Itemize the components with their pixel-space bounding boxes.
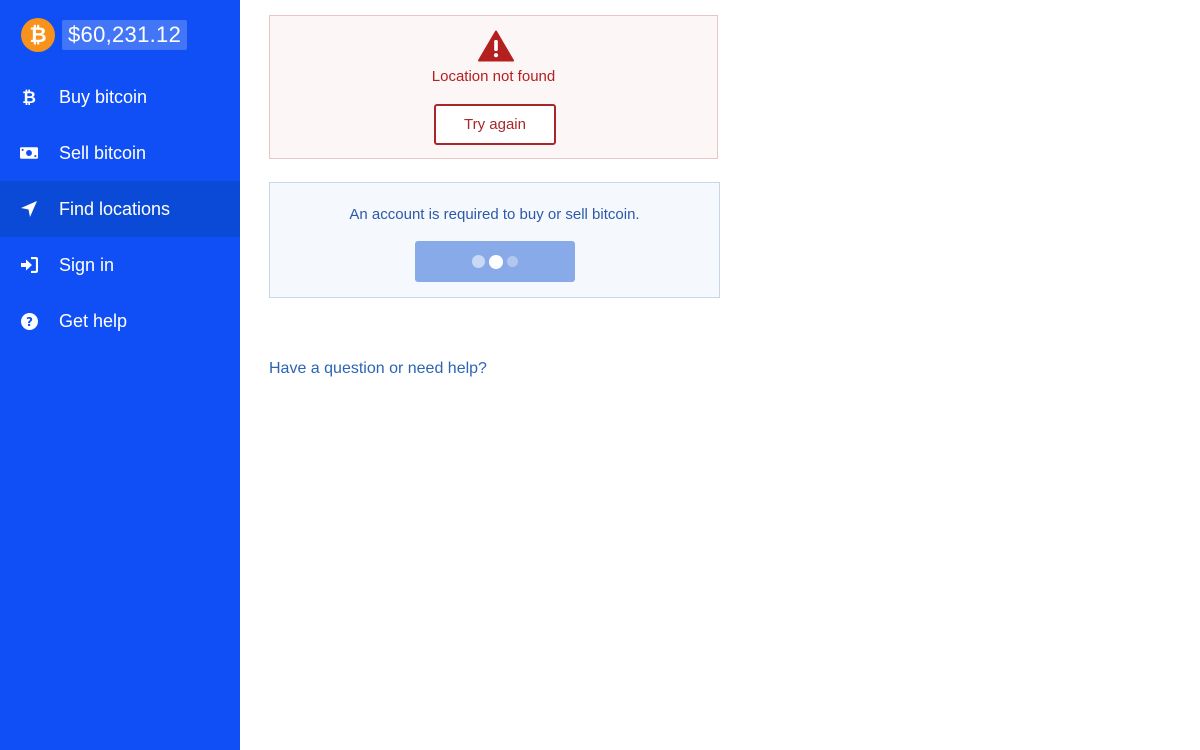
account-required-message: An account is required to buy or sell bi… (349, 206, 640, 223)
try-again-button[interactable]: Try again (434, 104, 556, 145)
brand: ₿ $60,231.12 (21, 17, 188, 53)
sidebar-item-buy-bitcoin[interactable]: ₿ Buy bitcoin (0, 69, 240, 125)
bitcoin-logo-icon: ₿ (21, 18, 55, 52)
location-arrow-icon (20, 200, 38, 218)
help-link[interactable]: Have a question or need help? (269, 360, 487, 378)
loading-button[interactable] (415, 241, 575, 282)
bitcoin-price: $60,231.12 (62, 20, 188, 50)
app: ₿ $60,231.12 ₿ Buy bitcoin Sell bitcoin … (0, 0, 1200, 750)
sidebar-item-label: Sell bitcoin (59, 142, 147, 163)
sidebar-nav: ₿ Buy bitcoin Sell bitcoin Find location… (0, 69, 240, 349)
sidebar-item-label: Sign in (59, 254, 115, 275)
main-content: Location not found Try again An account … (240, 0, 1200, 750)
location-error-card: Location not found Try again (269, 15, 718, 159)
question-circle-icon: ? (20, 312, 38, 330)
error-message: Location not found (431, 68, 556, 85)
sidebar-item-label: Buy bitcoin (59, 86, 148, 107)
sign-in-icon (20, 256, 38, 274)
sidebar-item-sell-bitcoin[interactable]: Sell bitcoin (0, 125, 240, 181)
sidebar-item-find-locations[interactable]: Find locations (0, 181, 240, 237)
svg-text:?: ? (26, 315, 33, 329)
sidebar-item-label: Find locations (59, 198, 171, 219)
sidebar-item-get-help[interactable]: ? Get help (0, 293, 240, 349)
loading-dot (507, 256, 518, 267)
account-required-card: An account is required to buy or sell bi… (269, 182, 720, 298)
sidebar-item-label: Get help (59, 310, 128, 331)
sidebar-item-sign-in[interactable]: Sign in (0, 237, 240, 293)
loading-dot (472, 255, 485, 268)
money-icon (20, 144, 38, 162)
bitcoin-icon: ₿ (20, 88, 38, 106)
sidebar: ₿ $60,231.12 ₿ Buy bitcoin Sell bitcoin … (0, 0, 240, 750)
warning-icon (478, 30, 514, 62)
svg-text:₿: ₿ (22, 88, 36, 106)
loading-dot (489, 254, 503, 269)
